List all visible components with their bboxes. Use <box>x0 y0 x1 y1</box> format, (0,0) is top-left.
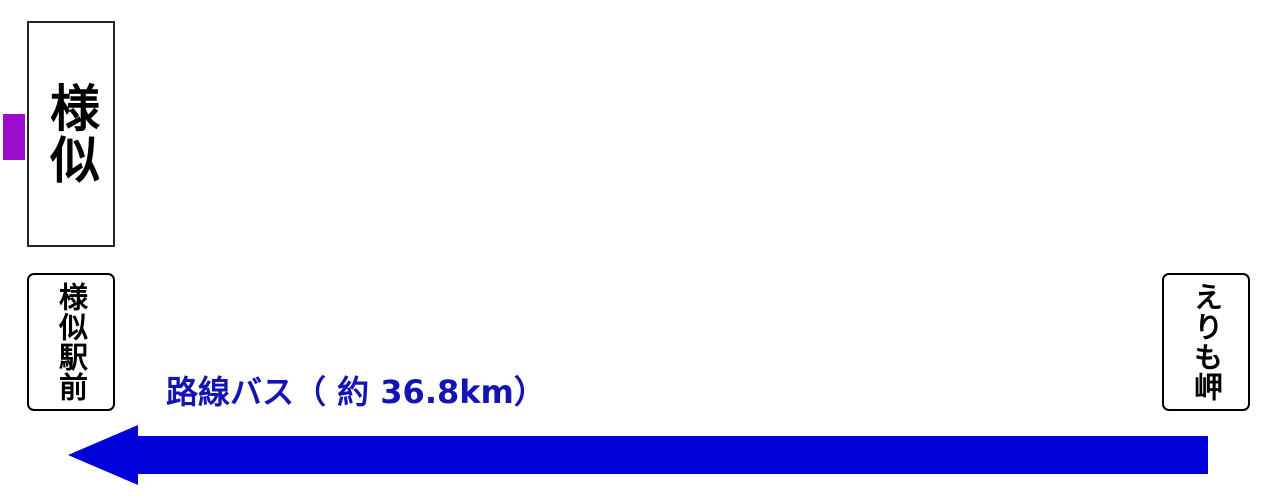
route-arrow-shape <box>68 425 1208 485</box>
route-arrow-icon <box>68 425 1208 485</box>
